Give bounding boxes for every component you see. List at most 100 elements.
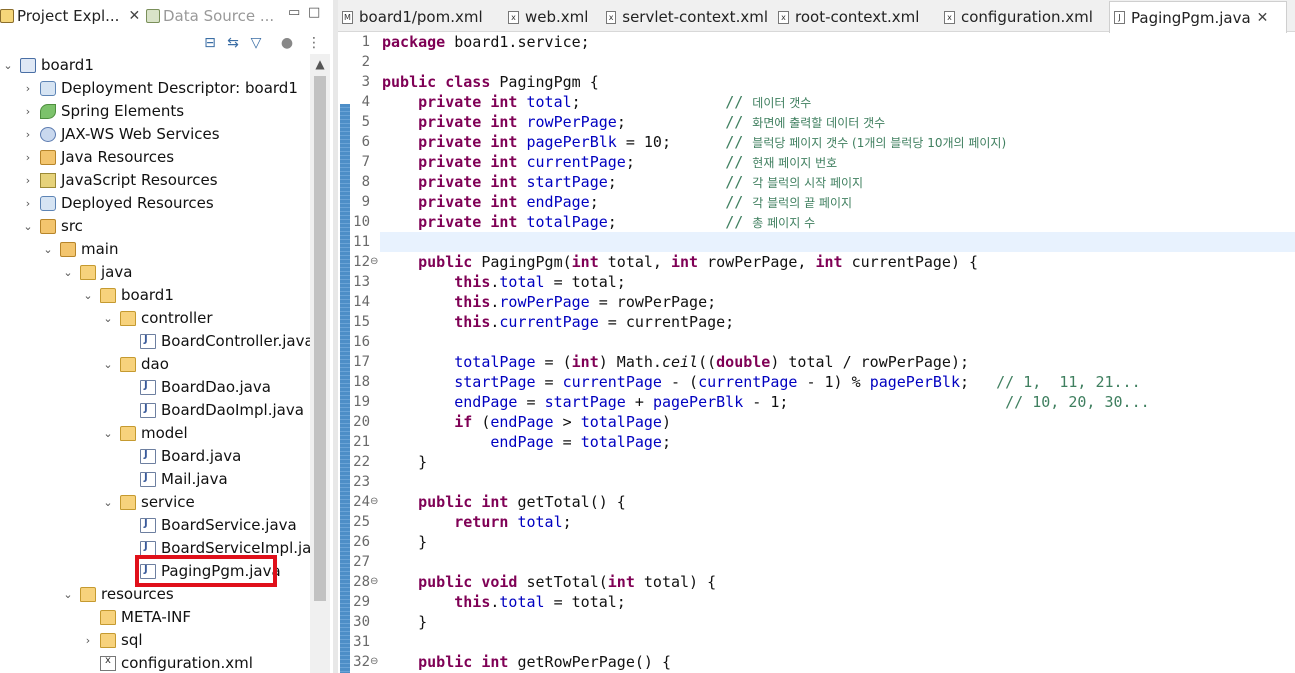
- tree-item[interactable]: ⌄ java: [0, 261, 310, 284]
- xml-file-icon: [100, 655, 116, 671]
- tree-item-label: resources: [101, 585, 174, 603]
- chevron-down-icon[interactable]: ⌄: [2, 59, 14, 72]
- code-token: startPage: [454, 373, 536, 391]
- tree-item[interactable]: META-INF: [0, 606, 310, 629]
- tree-item[interactable]: › Deployment Descriptor: board1: [0, 77, 310, 100]
- tree-item-label: Java Resources: [61, 148, 175, 166]
- fold-toggle-icon[interactable]: ⊖: [370, 496, 378, 507]
- tree-item[interactable]: › Java Resources: [0, 146, 310, 169]
- tree-item[interactable]: BoardDaoImpl.java: [0, 399, 310, 422]
- close-icon[interactable]: ✕: [1257, 10, 1269, 26]
- code-token: private: [418, 93, 482, 111]
- code-token: getRowPerPage() {: [508, 653, 671, 671]
- chevron-right-icon[interactable]: ›: [22, 82, 34, 95]
- code-line: private int currentPage; // 현재 페이지 번호: [382, 152, 837, 172]
- tree-item[interactable]: BoardService.java: [0, 514, 310, 537]
- tree-item[interactable]: Mail.java: [0, 468, 310, 491]
- tab-data-source[interactable]: Data Source ...: [146, 5, 274, 27]
- collapse-all-icon[interactable]: ⊟: [201, 34, 219, 52]
- fold-toggle-icon[interactable]: ⊖: [370, 576, 378, 587]
- chevron-down-icon[interactable]: ⌄: [62, 588, 74, 601]
- tree-item[interactable]: › sql: [0, 629, 310, 652]
- tree-item[interactable]: › JavaScript Resources: [0, 169, 310, 192]
- code-token: ;: [589, 193, 726, 211]
- code-token: int: [481, 493, 509, 511]
- tree-item[interactable]: ⌄ board1: [0, 284, 310, 307]
- chevron-right-icon[interactable]: ›: [22, 128, 34, 141]
- tree-item[interactable]: › JAX-WS Web Services: [0, 123, 310, 146]
- tree-item[interactable]: ⌄ dao: [0, 353, 310, 376]
- code-token: rowPerPage: [526, 113, 617, 131]
- tree-item[interactable]: ⌄ service: [0, 491, 310, 514]
- code-token: int: [607, 573, 635, 591]
- filter-icon[interactable]: ▽: [247, 34, 265, 52]
- chevron-right-icon[interactable]: ›: [82, 634, 94, 647]
- scrollbar-thumb[interactable]: [314, 76, 326, 601]
- chevron-down-icon[interactable]: ⌄: [22, 220, 34, 233]
- code-token: //: [725, 133, 753, 151]
- tree-item[interactable]: ⌄ controller: [0, 307, 310, 330]
- minimize-icon[interactable]: ▭: [288, 5, 300, 20]
- scroll-up-icon[interactable]: ▲: [310, 54, 330, 74]
- chevron-down-icon[interactable]: ⌄: [102, 427, 114, 440]
- editor-tab[interactable]: x servlet-context.xml: [602, 3, 768, 31]
- code-token: = (: [535, 353, 572, 371]
- folder-icon: [80, 265, 96, 280]
- maven-file-icon: M: [342, 10, 353, 24]
- tree-item-label: java: [101, 263, 133, 281]
- fold-toggle-icon[interactable]: ⊖: [370, 656, 378, 667]
- tree-item[interactable]: › Spring Elements: [0, 100, 310, 123]
- editor-tab[interactable]: J PagingPgm.java ✕: [1109, 1, 1287, 33]
- link-with-editor-icon[interactable]: ⇆: [224, 34, 242, 52]
- line-number: 6: [361, 134, 370, 150]
- code-token: private: [418, 133, 482, 151]
- chevron-down-icon[interactable]: ⌄: [102, 312, 114, 325]
- tree-item[interactable]: ⌄ main: [0, 238, 310, 261]
- code-token: = rowPerPage;: [589, 293, 717, 311]
- close-icon[interactable]: ✕: [128, 8, 140, 24]
- tree-item[interactable]: BoardController.java: [0, 330, 310, 353]
- code-area[interactable]: package board1.service; public class Pagi…: [380, 32, 1295, 673]
- tree-item[interactable]: ⌄ model: [0, 422, 310, 445]
- tree-item[interactable]: › Deployed Resources: [0, 192, 310, 215]
- tab-project-explorer[interactable]: Project Expl... ✕: [0, 5, 140, 27]
- tree-item[interactable]: Board.java: [0, 445, 310, 468]
- chevron-right-icon[interactable]: ›: [22, 105, 34, 118]
- folder-icon: [120, 357, 136, 372]
- line-number: 32: [353, 654, 370, 670]
- chevron-down-icon[interactable]: ⌄: [102, 358, 114, 371]
- chevron-right-icon[interactable]: ›: [22, 151, 34, 164]
- maximize-icon[interactable]: □: [308, 5, 320, 20]
- code-token: - 1;: [743, 393, 1006, 411]
- code-token: return: [454, 513, 509, 531]
- chevron-down-icon[interactable]: ⌄: [82, 289, 94, 302]
- editor-tab[interactable]: x root-context.xml: [774, 3, 934, 31]
- chevron-right-icon[interactable]: ›: [22, 197, 34, 210]
- chevron-down-icon[interactable]: ⌄: [102, 496, 114, 509]
- tree-item[interactable]: ⌄ board1: [0, 54, 310, 77]
- tree-item[interactable]: BoardDao.java: [0, 376, 310, 399]
- tree-item[interactable]: configuration.xml: [0, 652, 310, 673]
- tree-item-label: configuration.xml: [121, 654, 253, 672]
- editor-tab[interactable]: Mboard1/pom.xml: [338, 3, 498, 31]
- code-line: }: [382, 532, 427, 552]
- editor-tab-bar: Mboard1/pom.xml x web.xml x servlet-context.…: [338, 0, 1295, 33]
- tree-item[interactable]: ⌄ src: [0, 215, 310, 238]
- chevron-right-icon[interactable]: ›: [22, 174, 34, 187]
- editor-tab[interactable]: x web.xml: [504, 3, 596, 31]
- fold-toggle-icon[interactable]: ⊖: [370, 256, 378, 267]
- view-menu-icon[interactable]: ⋮: [305, 34, 323, 52]
- focus-icon[interactable]: ●: [278, 34, 296, 52]
- chevron-down-icon[interactable]: ⌄: [62, 266, 74, 279]
- javascript-resources-icon: [40, 173, 56, 188]
- editor-tab[interactable]: x configuration.xml: [940, 3, 1102, 31]
- tree-scrollbar[interactable]: ▲: [310, 54, 330, 673]
- code-token: ) total / rowPerPage);: [770, 353, 970, 371]
- chevron-down-icon[interactable]: ⌄: [42, 243, 54, 256]
- tree-item-label: dao: [141, 355, 169, 373]
